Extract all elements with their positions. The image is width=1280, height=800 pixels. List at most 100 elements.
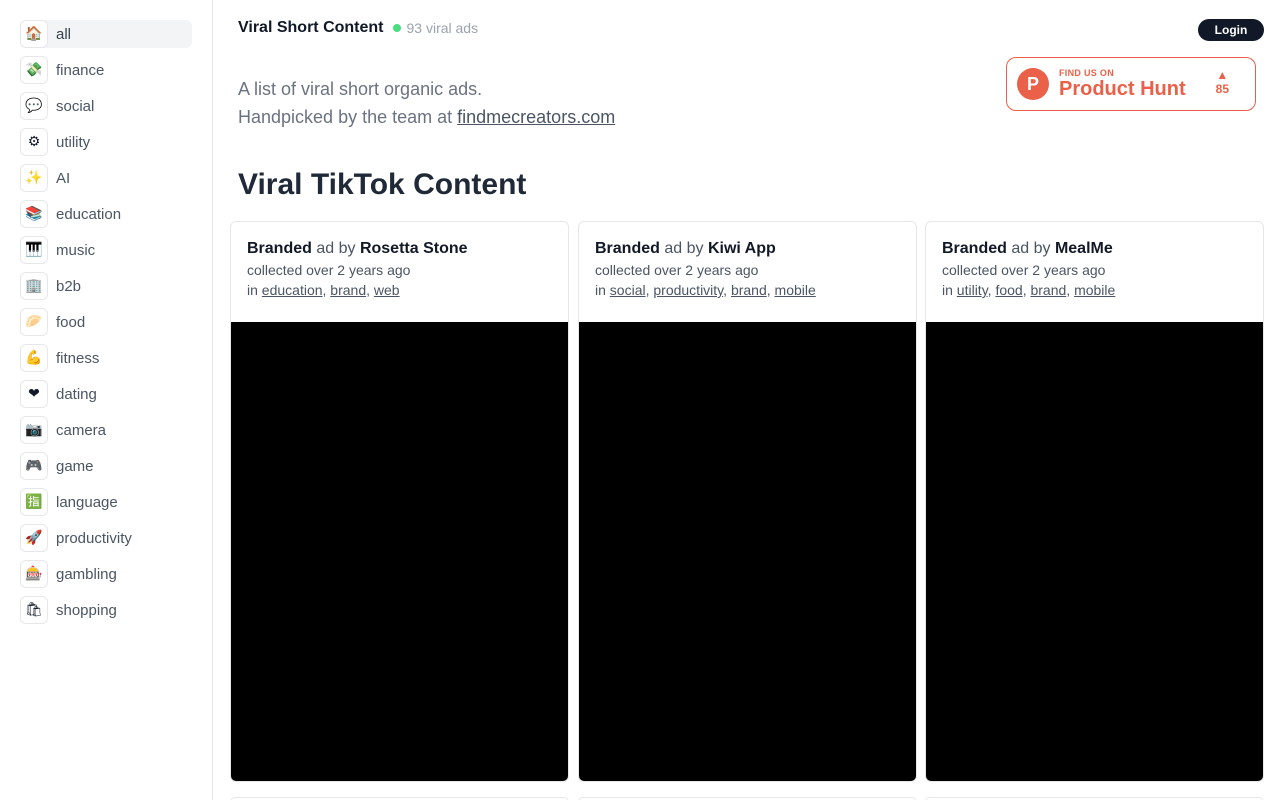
tag-link[interactable]: food — [995, 282, 1022, 298]
product-hunt-small-label: FIND US ON — [1059, 68, 1115, 78]
ad-collected: collected over 2 years ago — [595, 262, 759, 278]
sidebar-item-label: language — [56, 493, 118, 511]
piano-icon: 🎹 — [20, 236, 48, 264]
ad-card-header: Branded ad by Rosetta Stone collected ov… — [231, 222, 568, 322]
rocket-icon: 🚀 — [20, 524, 48, 552]
sidebar-item-label: AI — [56, 169, 71, 187]
intro-prefix: Handpicked by the team at — [238, 107, 458, 127]
sidebar-item-productivity[interactable]: 🚀 productivity — [20, 524, 192, 552]
sidebar-item-all[interactable]: 🏠 all — [20, 20, 192, 48]
ad-brand[interactable]: Rosetta Stone — [360, 240, 468, 257]
sidebar-item-label: all — [56, 25, 72, 43]
ad-tags: in utility, food, brand, mobile — [942, 282, 1116, 298]
tags-prefix: in — [247, 282, 262, 298]
ad-card-title: Branded ad by Kiwi App — [595, 240, 900, 258]
sidebar-item-finance[interactable]: 💸 finance — [20, 56, 192, 84]
ad-card-title: Branded ad by MealMe — [942, 240, 1247, 258]
sidebar-item-shopping[interactable]: 🛍 shopping — [20, 596, 192, 624]
sidebar-item-language[interactable]: 🈯 language — [20, 488, 192, 516]
gear-icon: ⚙ — [20, 128, 48, 156]
sidebar-item-music[interactable]: 🎹 music — [20, 236, 192, 264]
ad-card[interactable]: Branded ad by MealMe collected over 2 ye… — [925, 221, 1264, 782]
product-hunt-votes: ▲ 85 — [1216, 68, 1229, 96]
sidebar-item-camera[interactable]: 📷 camera — [20, 416, 192, 444]
ad-collected: collected over 2 years ago — [942, 262, 1106, 278]
sidebar-item-label: fitness — [56, 349, 100, 367]
tag-link[interactable]: brand — [330, 282, 366, 298]
tag-link[interactable]: web — [374, 282, 400, 298]
product-hunt-name: Product Hunt — [1059, 78, 1186, 100]
site-header: Viral Short Content 93 viral ads — [238, 19, 478, 37]
product-hunt-badge[interactable]: P FIND US ON Product Hunt ▲ 85 — [1006, 57, 1256, 111]
tag-link[interactable]: social — [610, 282, 646, 298]
tag-link[interactable]: productivity — [653, 282, 723, 298]
tag-link[interactable]: utility — [957, 282, 988, 298]
sidebar-item-fitness[interactable]: 💪 fitness — [20, 344, 192, 372]
sidebar-item-label: productivity — [56, 529, 132, 547]
sidebar-item-label: game — [56, 457, 94, 475]
slot-machine-icon: 🎰 — [20, 560, 48, 588]
sidebar-item-game[interactable]: 🎮 game — [20, 452, 192, 480]
sidebar-item-education[interactable]: 📚 education — [20, 200, 192, 228]
sidebar-item-label: camera — [56, 421, 107, 439]
sidebar-item-label: music — [56, 241, 96, 259]
sidebar-item-dating[interactable]: ❤ dating — [20, 380, 192, 408]
sidebar-item-label: shopping — [56, 601, 117, 619]
sidebar-item-food[interactable]: 🥟 food — [20, 308, 192, 336]
gamepad-icon: 🎮 — [20, 452, 48, 480]
intro-text: A list of viral short organic ads. Handp… — [238, 75, 615, 131]
ad-type: Branded — [595, 240, 660, 257]
sidebar-item-label: gambling — [56, 565, 117, 583]
upvote-arrow-icon: ▲ — [1216, 68, 1229, 82]
sidebar-item-label: utility — [56, 133, 91, 151]
sidebar-item-label: social — [56, 97, 95, 115]
sidebar-item-ai[interactable]: ✨ AI — [20, 164, 192, 192]
money-icon: 💸 — [20, 56, 48, 84]
product-hunt-logo-icon: P — [1017, 68, 1049, 100]
intro-line-1: A list of viral short organic ads. — [238, 79, 483, 99]
tag-link[interactable]: education — [262, 282, 323, 298]
sparkles-icon: ✨ — [20, 164, 48, 192]
food-icon: 🥟 — [20, 308, 48, 336]
ad-brand[interactable]: MealMe — [1055, 240, 1113, 257]
ad-card[interactable]: Branded ad by Rosetta Stone collected ov… — [230, 221, 569, 782]
speech-bubble-icon: 💬 — [20, 92, 48, 120]
ad-card-header: Branded ad by MealMe collected over 2 ye… — [926, 222, 1263, 322]
upvote-count: 85 — [1215, 82, 1229, 96]
ad-brand[interactable]: Kiwi App — [708, 240, 776, 257]
video-player[interactable] — [926, 322, 1263, 781]
office-building-icon: 🏢 — [20, 272, 48, 300]
section-title: Viral TikTok Content — [238, 168, 527, 201]
ad-by: ad by — [1006, 240, 1055, 257]
ad-card[interactable]: Branded ad by Kiwi App collected over 2 … — [578, 221, 917, 782]
site-title[interactable]: Viral Short Content — [238, 19, 384, 37]
tag-link[interactable]: brand — [1030, 282, 1066, 298]
sidebar-item-label: b2b — [56, 277, 82, 295]
sidebar-item-b2b[interactable]: 🏢 b2b — [20, 272, 192, 300]
ad-type: Branded — [247, 240, 312, 257]
video-player[interactable] — [579, 322, 916, 781]
biceps-icon: 💪 — [20, 344, 48, 372]
ad-by: ad by — [311, 240, 360, 257]
house-icon: 🏠 — [20, 20, 48, 48]
sidebar-item-label: finance — [56, 61, 105, 79]
heart-icon: ❤ — [20, 380, 48, 408]
video-player[interactable] — [231, 322, 568, 781]
sidebar-item-utility[interactable]: ⚙ utility — [20, 128, 192, 156]
books-icon: 📚 — [20, 200, 48, 228]
findmecreators-link[interactable]: findmecreators.com — [457, 107, 615, 127]
sidebar-item-gambling[interactable]: 🎰 gambling — [20, 560, 192, 588]
login-button[interactable]: Login — [1198, 19, 1264, 41]
shopping-bags-icon: 🛍 — [20, 596, 48, 624]
ad-card-title: Branded ad by Rosetta Stone — [247, 240, 552, 258]
sidebar-item-label: dating — [56, 385, 97, 403]
sidebar: 🏠 all 💸 finance 💬 social ⚙ utility ✨ AI 📚 education… — [0, 0, 213, 800]
ad-card-header: Branded ad by Kiwi App collected over 2 … — [579, 222, 916, 322]
sidebar-item-social[interactable]: 💬 social — [20, 92, 192, 120]
camera-icon: 📷 — [20, 416, 48, 444]
tag-link[interactable]: mobile — [775, 282, 816, 298]
tag-link[interactable]: brand — [731, 282, 767, 298]
ad-by: ad by — [659, 240, 708, 257]
tag-link[interactable]: mobile — [1074, 282, 1115, 298]
ads-count: 93 viral ads — [406, 20, 479, 36]
